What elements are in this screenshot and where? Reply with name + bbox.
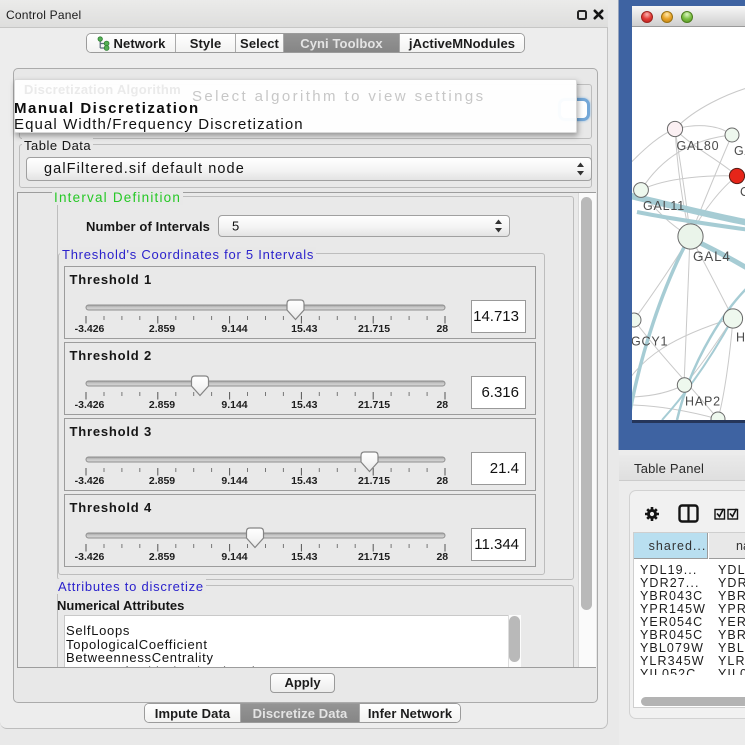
svg-text:15.43: 15.43 [291,323,317,335]
svg-text:2.859: 2.859 [149,475,175,487]
svg-text:21.715: 21.715 [358,399,390,411]
svg-text:21.715: 21.715 [358,551,390,563]
svg-text:21.715: 21.715 [358,475,390,487]
svg-text:HAP2: HAP2 [685,395,721,409]
svg-text:-3.426: -3.426 [75,323,105,335]
svg-text:-3.426: -3.426 [75,399,105,411]
svg-text:15.43: 15.43 [291,551,317,563]
svg-text:Threshold 4: Threshold 4 [70,500,152,515]
svg-text:28: 28 [436,551,448,563]
svg-text:15.43: 15.43 [291,399,317,411]
svg-text:GAL11: GAL11 [643,199,685,213]
svg-text:28: 28 [436,475,448,487]
svg-text:GAL80: GAL80 [677,139,720,153]
svg-text:-3.426: -3.426 [75,475,105,487]
svg-text:2.859: 2.859 [149,551,175,563]
svg-text:-3.426: -3.426 [75,551,105,563]
svg-text:GCY1: GCY1 [632,335,668,349]
svg-text:21.715: 21.715 [358,323,390,335]
svg-text:Threshold 2: Threshold 2 [70,348,152,363]
svg-text:2.859: 2.859 [149,323,175,335]
svg-text:28: 28 [436,323,448,335]
svg-text:15.43: 15.43 [291,475,317,487]
svg-text:9.144: 9.144 [221,475,247,487]
svg-text:9.144: 9.144 [221,399,247,411]
svg-text:Threshold 1: Threshold 1 [70,272,152,287]
svg-text:C: C [740,185,745,199]
svg-text:GAL4: GAL4 [693,249,731,264]
svg-text:GA: GA [734,144,745,158]
svg-text:H: H [736,331,745,345]
svg-text:9.144: 9.144 [221,323,247,335]
svg-text:Threshold 3: Threshold 3 [70,424,152,439]
svg-text:28: 28 [436,399,448,411]
svg-text:2.859: 2.859 [149,399,175,411]
svg-text:9.144: 9.144 [221,551,247,563]
